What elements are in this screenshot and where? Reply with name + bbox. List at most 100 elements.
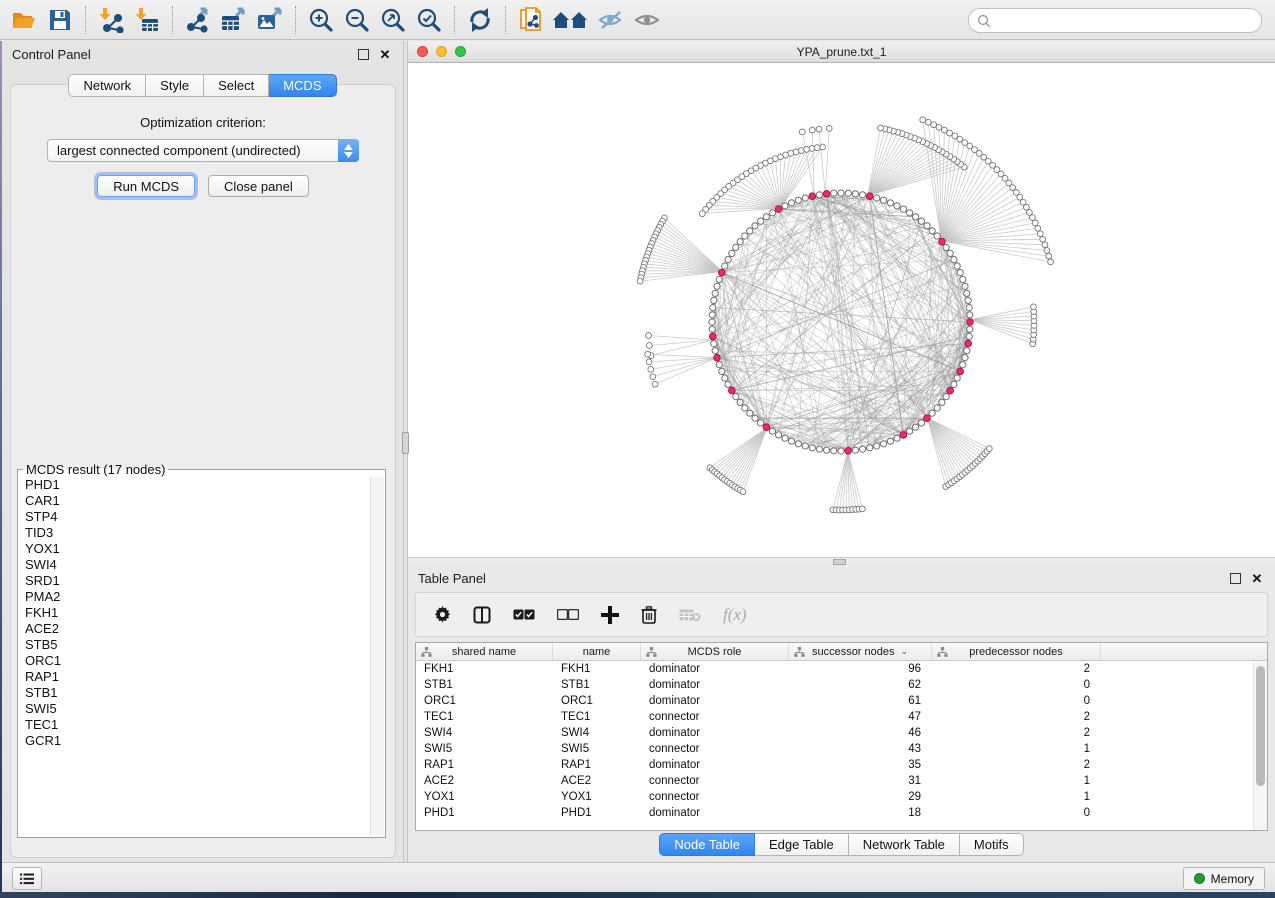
close-panel-button[interactable]: Close panel xyxy=(208,175,309,197)
mcds-result-item[interactable]: FKH1 xyxy=(25,605,368,621)
control-panel-close-button[interactable]: ✕ xyxy=(377,46,393,62)
desktop-background xyxy=(0,892,1275,898)
mcds-result-item[interactable]: SWI5 xyxy=(25,701,368,717)
mcds-result-item[interactable]: RAP1 xyxy=(25,669,368,685)
zoom-fit-button[interactable] xyxy=(375,3,411,37)
mcds-result-item[interactable]: ORC1 xyxy=(25,653,368,669)
refresh-button[interactable] xyxy=(462,3,498,37)
tab-node-table[interactable]: Node Table xyxy=(659,833,755,856)
mcds-result-item[interactable]: YOX1 xyxy=(25,541,368,557)
table-row[interactable]: YOX1YOX1connector291 xyxy=(416,789,1267,805)
table-panel-close-button[interactable]: ✕ xyxy=(1249,570,1265,586)
minimize-window-icon[interactable] xyxy=(436,46,447,57)
table-panel-title: Table Panel xyxy=(418,571,486,586)
open-file-button[interactable] xyxy=(6,3,42,37)
optimization-criterion-select[interactable]: largest connected component (undirected) xyxy=(47,139,359,162)
table-scrollbar[interactable] xyxy=(1253,661,1267,830)
network-window-titlebar[interactable]: YPA_prune.txt_1 xyxy=(408,41,1275,63)
zoom-in-button[interactable] xyxy=(303,3,339,37)
network-graph[interactable] xyxy=(408,63,1275,557)
function-builder-button[interactable]: f(x) xyxy=(723,605,747,625)
table-cell: dominator xyxy=(641,693,789,709)
close-window-icon[interactable] xyxy=(417,46,428,57)
table-panel-float-button[interactable] xyxy=(1227,570,1243,586)
table-row[interactable]: RAP1RAP1dominator352 xyxy=(416,757,1267,773)
search-input[interactable] xyxy=(996,13,1261,29)
task-history-button[interactable] xyxy=(12,867,42,890)
vertical-splitter-handle[interactable] xyxy=(402,432,409,454)
mcds-result-item[interactable]: GCR1 xyxy=(25,733,368,749)
tab-network-table[interactable]: Network Table xyxy=(849,833,960,856)
show-all-button[interactable] xyxy=(629,3,665,37)
table-cell: PHD1 xyxy=(553,805,641,821)
column-header-mcds-role[interactable]: MCDS role xyxy=(641,643,789,660)
search-icon xyxy=(977,14,991,28)
list-icon xyxy=(20,873,34,885)
tab-select[interactable]: Select xyxy=(204,74,269,97)
table-cell: 0 xyxy=(932,677,1101,693)
tab-style[interactable]: Style xyxy=(146,74,204,97)
memory-button[interactable]: Memory xyxy=(1183,867,1265,890)
deselect-all-button[interactable] xyxy=(557,609,579,620)
mcds-result-item[interactable]: STB5 xyxy=(25,637,368,653)
control-panel-float-button[interactable] xyxy=(355,46,371,62)
table-row[interactable]: ORC1ORC1dominator610 xyxy=(416,693,1267,709)
export-image-button[interactable] xyxy=(252,3,288,37)
import-network-button[interactable] xyxy=(93,3,129,37)
table-row[interactable]: FKH1FKH1dominator962 xyxy=(416,661,1267,677)
table-row[interactable]: PHD1PHD1dominator180 xyxy=(416,805,1267,821)
horizontal-splitter[interactable] xyxy=(408,557,1275,565)
table-row[interactable]: SWI5SWI5connector431 xyxy=(416,741,1267,757)
table-cell: 43 xyxy=(789,741,932,757)
mcds-result-item[interactable]: STB1 xyxy=(25,685,368,701)
delete-table-button[interactable] xyxy=(679,608,701,622)
zoom-out-button[interactable] xyxy=(339,3,375,37)
maximize-window-icon[interactable] xyxy=(455,46,466,57)
search-field[interactable] xyxy=(968,8,1262,33)
show-columns-button[interactable] xyxy=(473,606,491,624)
trash-icon xyxy=(641,606,657,624)
network-canvas[interactable] xyxy=(408,63,1275,557)
close-icon: ✕ xyxy=(1252,572,1263,585)
table-cell: connector xyxy=(641,709,789,725)
mcds-result-item[interactable]: TID3 xyxy=(25,525,368,541)
select-all-button[interactable] xyxy=(513,609,535,620)
duplicate-network-button[interactable] xyxy=(513,3,549,37)
delete-row-button[interactable] xyxy=(641,606,657,624)
column-header-name[interactable]: name xyxy=(553,643,641,660)
zoom-selected-button[interactable] xyxy=(411,3,447,37)
export-network-button[interactable] xyxy=(180,3,216,37)
mcds-result-item[interactable]: CAR1 xyxy=(25,493,368,509)
column-header-predecessor-nodes[interactable]: predecessor nodes xyxy=(932,643,1101,660)
save-session-button[interactable] xyxy=(42,3,78,37)
add-row-button[interactable] xyxy=(601,606,619,624)
import-table-button[interactable] xyxy=(129,3,165,37)
neighbors-button[interactable] xyxy=(549,3,593,37)
hide-selected-button[interactable] xyxy=(593,3,629,37)
table-row[interactable]: ACE2ACE2connector311 xyxy=(416,773,1267,789)
tab-motifs[interactable]: Motifs xyxy=(960,833,1024,856)
table-row[interactable]: SWI4SWI4dominator462 xyxy=(416,725,1267,741)
run-mcds-button[interactable]: Run MCDS xyxy=(97,175,195,197)
export-table-button[interactable] xyxy=(216,3,252,37)
mcds-result-item[interactable]: ACE2 xyxy=(25,621,368,637)
column-header-successor-nodes[interactable]: successor nodes ⌄ xyxy=(789,643,932,660)
mcds-result-item[interactable]: SWI4 xyxy=(25,557,368,573)
tab-network[interactable]: Network xyxy=(68,74,146,97)
mcds-result-list[interactable]: PHD1CAR1STP4TID3YOX1SWI4SRD1PMA2FKH1ACE2… xyxy=(25,477,368,836)
mcds-result-item[interactable]: PMA2 xyxy=(25,589,368,605)
table-row[interactable]: TEC1TEC1connector472 xyxy=(416,709,1267,725)
column-header-shared-name[interactable]: shared name xyxy=(416,643,553,660)
mcds-result-scrollbar[interactable] xyxy=(370,477,384,836)
tab-edge-table[interactable]: Edge Table xyxy=(755,833,849,856)
mcds-result-item[interactable]: PHD1 xyxy=(25,477,368,493)
table-settings-button[interactable] xyxy=(434,606,451,623)
table-row[interactable]: STB1STB1dominator620 xyxy=(416,677,1267,693)
column-label: MCDS role xyxy=(688,646,742,658)
tab-mcds[interactable]: MCDS xyxy=(269,74,336,97)
import-network-icon xyxy=(98,7,124,33)
mcds-result-item[interactable]: TEC1 xyxy=(25,717,368,733)
table-scrollbar-thumb[interactable] xyxy=(1256,666,1265,786)
mcds-result-item[interactable]: STP4 xyxy=(25,509,368,525)
mcds-result-item[interactable]: SRD1 xyxy=(25,573,368,589)
